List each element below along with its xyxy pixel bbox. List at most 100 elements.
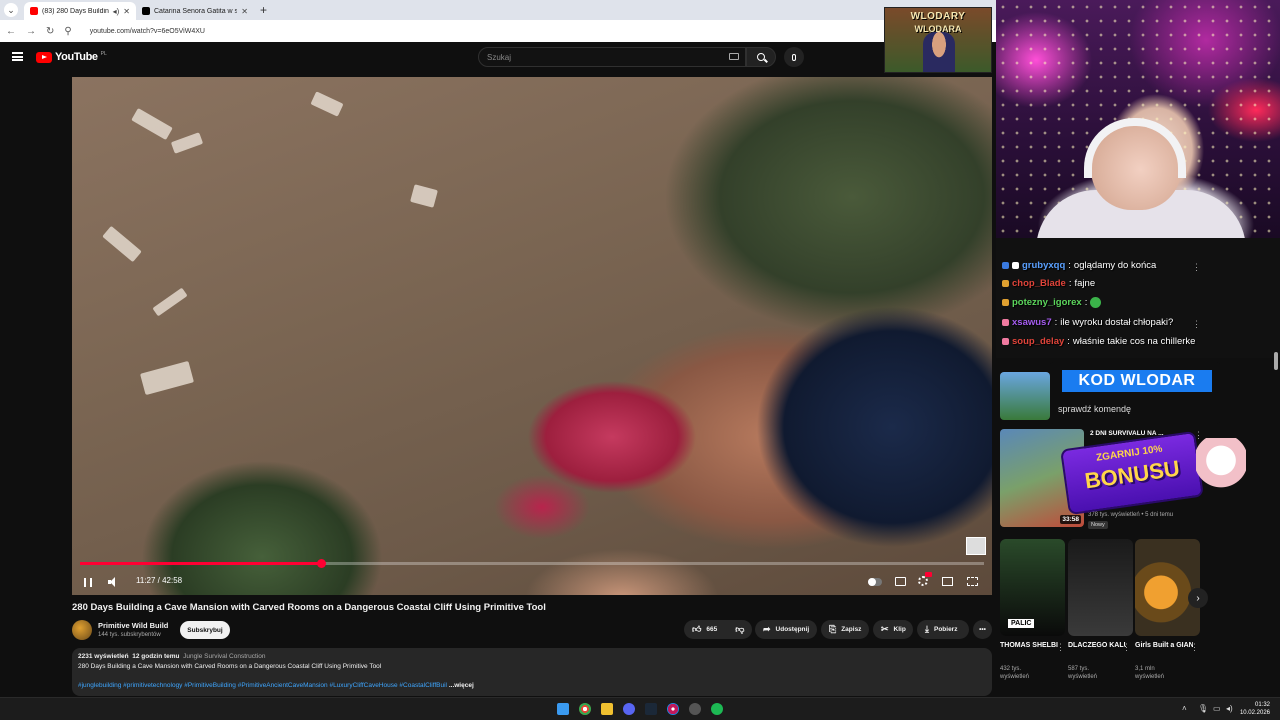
short-title-text: DLACZEGO KALUCH NI...	[1068, 642, 1126, 649]
tray-chevron-icon[interactable]: ˄	[1182, 704, 1187, 713]
more-actions-button[interactable]: •••	[973, 620, 992, 639]
short-thumbnail[interactable]	[1135, 539, 1200, 636]
theater-mode-icon[interactable]	[942, 577, 953, 586]
video-player[interactable]: 11:27 / 42:58	[72, 77, 992, 595]
short-views-label: wyświetleń	[1135, 674, 1165, 681]
site-info-icon[interactable]: ⚲	[64, 26, 71, 37]
kebab-menu-icon[interactable]: ⋮	[1192, 262, 1201, 273]
chat-text: fajne	[1074, 278, 1096, 289]
speaker-icon: ◂)	[112, 6, 120, 16]
like-dislike-group: 👍︎ 665 👎︎	[684, 620, 752, 639]
spotify-icon[interactable]	[711, 703, 723, 715]
channel-name[interactable]: Primitive Wild Build	[98, 621, 168, 630]
like-count[interactable]: 665	[706, 626, 717, 633]
clip-button[interactable]: ✂ Klip	[873, 620, 913, 639]
thumbs-up-icon[interactable]: 👍︎	[692, 624, 701, 635]
network-icon[interactable]: ▭	[1213, 704, 1221, 713]
short-views: 587 tys.	[1068, 666, 1090, 672]
short-views: 432 tys.	[1000, 666, 1022, 672]
address-bar: ← → ↻ ⚲ youtube.com/watch?v=6eO5ViW4XU	[0, 20, 996, 42]
channel-watermark[interactable]	[966, 537, 986, 555]
voice-search-button[interactable]	[784, 47, 804, 67]
subtitles-icon[interactable]	[895, 577, 906, 586]
autoplay-toggle-icon[interactable]	[868, 578, 882, 586]
pause-icon[interactable]	[84, 578, 92, 587]
description-box[interactable]: 2231 wyświetleń 12 godzin temu Jungle Su…	[72, 648, 992, 696]
video-frame-detail	[310, 91, 344, 117]
close-tab-icon[interactable]: ✕	[241, 7, 248, 16]
description-hashtags: #junglebuilding #primitivetechnology #Pr…	[78, 682, 986, 689]
keyboard-icon[interactable]	[729, 53, 739, 60]
kebab-menu-icon[interactable]: ⋮	[1122, 642, 1131, 653]
chat-username: potezny_igorex	[1012, 297, 1082, 308]
back-icon[interactable]: ←	[6, 26, 16, 37]
hashtags[interactable]: #junglebuilding #primitivetechnology #Pr…	[78, 682, 447, 689]
search-button[interactable]	[746, 47, 776, 67]
forward-icon[interactable]: →	[26, 26, 36, 37]
progress-bar[interactable]	[80, 559, 984, 568]
recommendation-thumbnail[interactable]	[1000, 372, 1050, 420]
video-frame-detail	[170, 132, 204, 154]
discord-icon[interactable]	[623, 703, 635, 715]
subscribe-button[interactable]: Subskrybuj	[180, 621, 230, 639]
clock-date: 10.02.2026	[1239, 710, 1270, 717]
download-label: Pobierz	[933, 626, 958, 633]
channel-avatar[interactable]	[72, 620, 92, 640]
system-clock[interactable]: 01:32 10.02.2026	[1240, 701, 1270, 718]
video-frame-detail	[131, 107, 173, 141]
short-title[interactable]: Girls Built a GIANT 2m ...	[1135, 641, 1193, 650]
download-button[interactable]: ⤓ Pobierz	[917, 620, 969, 639]
kebab-menu-icon[interactable]: ⋮	[1056, 642, 1065, 653]
chat-badge-icon	[1002, 319, 1009, 326]
kebab-menu-icon[interactable]: ⋮	[1192, 319, 1201, 330]
reload-icon[interactable]: ↻	[46, 26, 54, 37]
volume-icon[interactable]	[108, 577, 118, 587]
sidebar-scrollbar[interactable]	[1274, 352, 1278, 370]
new-tab-button[interactable]: +	[260, 3, 267, 17]
video-frame-detail	[140, 360, 194, 396]
save-button[interactable]: ⎘ Zapisz	[821, 620, 869, 639]
kebab-menu-icon[interactable]: ⋮	[1190, 642, 1199, 653]
tab-title: (83) 280 Days Building a Ca	[42, 7, 109, 15]
url-input[interactable]: youtube.com/watch?v=6eO5ViW4XU	[82, 23, 205, 39]
recommendation-meta: 378 tys. wyświetleń • 5 dni temu	[1088, 512, 1174, 518]
short-title[interactable]: DLACZEGO KALUCH NI...	[1068, 641, 1126, 650]
fullscreen-icon[interactable]	[967, 577, 978, 586]
start-icon[interactable]	[557, 703, 569, 715]
thumbs-down-icon[interactable]: 👎︎	[735, 624, 744, 635]
short-title[interactable]: THOMAS SHELBIK || ...	[1000, 641, 1058, 650]
file-explorer-icon[interactable]	[601, 703, 613, 715]
share-button[interactable]: ➦ Udostępnij	[755, 620, 817, 639]
settings-gear-icon[interactable]	[918, 576, 928, 586]
next-arrow-icon[interactable]: ›	[1188, 588, 1208, 608]
youtube-wordmark: YouTube	[55, 51, 98, 63]
os-taskbar: ˄ 🎙︎ ▭ ◂) 01:32 10.02.2026	[0, 697, 1280, 720]
progress-scrubber[interactable]	[317, 559, 327, 568]
search-input[interactable]: Szukaj	[478, 47, 746, 67]
description-text: 280 Days Building a Cave Mansion with Ca…	[78, 663, 382, 670]
save-label: Zapisz	[841, 626, 862, 633]
tab-youtube[interactable]: (83) 280 Days Building a Ca ◂) ✕	[24, 2, 136, 20]
short-thumbnail[interactable]	[1068, 539, 1133, 636]
chrome-icon[interactable]	[579, 703, 591, 715]
chat-message: xsawus7: ile wyroku dostał chłopaki?	[1002, 317, 1173, 328]
chat-username: soup_delay	[1012, 336, 1065, 347]
short-title-text: THOMAS SHELBIK || ...	[1000, 642, 1058, 649]
volume-tray-icon[interactable]: ◂)	[1226, 704, 1233, 713]
steam-icon[interactable]	[645, 703, 657, 715]
close-tab-icon[interactable]: ✕	[123, 7, 130, 16]
chat-badge-icon	[1002, 280, 1009, 287]
tab-x[interactable]: Catarina Senora Gatita w serw ✕	[136, 2, 254, 20]
search-placeholder: Szukaj	[487, 52, 512, 62]
microphone-tray-icon[interactable]: 🎙︎	[1198, 704, 1208, 713]
short-thumbnail[interactable]: PALIC	[1000, 539, 1065, 636]
description-tag[interactable]: Jungle Survival Construction	[183, 653, 265, 660]
browser-icon[interactable]	[667, 703, 679, 715]
show-more-link[interactable]: ...więcej	[449, 682, 474, 689]
chat-message: soup_delay: właśnie takie cos na chiller…	[1002, 336, 1195, 347]
short-meta: 587 tys. wyświetleń	[1068, 665, 1097, 682]
youtube-logo[interactable]: YouTube PL	[36, 51, 107, 63]
tab-search-icon[interactable]: ⌄	[4, 3, 18, 17]
menu-icon[interactable]	[12, 52, 23, 61]
obs-icon[interactable]	[689, 703, 701, 715]
